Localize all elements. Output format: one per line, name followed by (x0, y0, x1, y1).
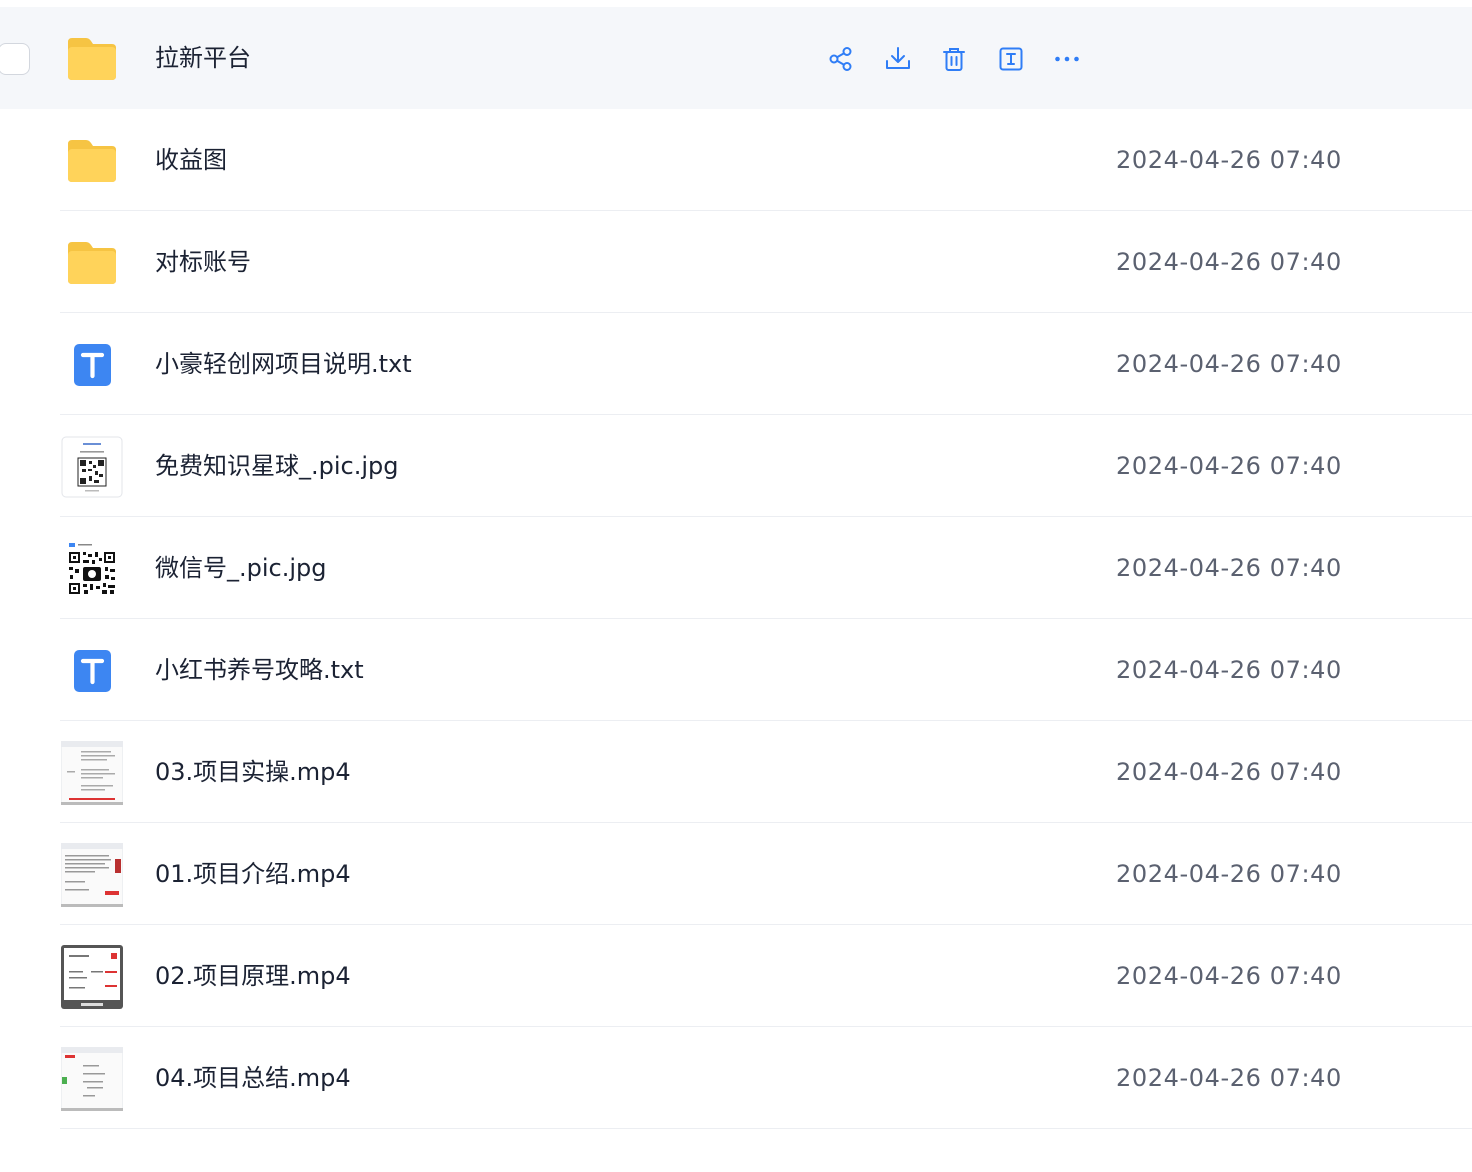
folder-icon (61, 32, 123, 86)
modified-date: 2024-04-26 07:40 (1116, 248, 1342, 276)
file-row[interactable]: 04.项目总结.mp4 2024-04-26 07:40 (0, 1027, 1472, 1129)
file-row[interactable]: 小红书养号攻略.txt 2024-04-26 07:40 (0, 619, 1472, 721)
folder-icon (61, 236, 123, 290)
file-name[interactable]: 对标账号 (155, 211, 251, 313)
file-list: 拉新平台 收益图 2024-04-26 07:40 对标账号 2024-04-2… (0, 7, 1472, 1129)
row-divider (60, 1128, 1472, 1129)
text-file-icon (61, 338, 123, 392)
file-row[interactable]: 01.项目介绍.mp4 2024-04-26 07:40 (0, 823, 1472, 925)
video-thumbnail (61, 945, 123, 1009)
file-row[interactable]: 03.项目实操.mp4 2024-04-26 07:40 (0, 721, 1472, 823)
video-thumbnail (61, 843, 123, 907)
image-thumbnail (61, 538, 123, 600)
modified-date: 2024-04-26 07:40 (1116, 1064, 1342, 1092)
modified-date: 2024-04-26 07:40 (1116, 860, 1342, 888)
modified-date: 2024-04-26 07:40 (1116, 962, 1342, 990)
modified-date: 2024-04-26 07:40 (1116, 452, 1342, 480)
download-icon[interactable] (881, 42, 915, 76)
file-name[interactable]: 微信号_.pic.jpg (155, 517, 327, 619)
file-name[interactable]: 01.项目介绍.mp4 (155, 823, 351, 925)
file-name[interactable]: 收益图 (155, 109, 227, 211)
file-row[interactable]: 收益图 2024-04-26 07:40 (0, 109, 1472, 211)
file-name[interactable]: 02.项目原理.mp4 (155, 925, 351, 1027)
file-name[interactable]: 小红书养号攻略.txt (155, 619, 364, 721)
file-row[interactable]: 微信号_.pic.jpg 2024-04-26 07:40 (0, 517, 1472, 619)
trash-icon[interactable] (937, 42, 971, 76)
more-icon[interactable] (1050, 42, 1084, 76)
file-name[interactable]: 04.项目总结.mp4 (155, 1027, 351, 1129)
modified-date: 2024-04-26 07:40 (1116, 656, 1342, 684)
share-icon[interactable] (824, 42, 858, 76)
file-row[interactable]: 对标账号 2024-04-26 07:40 (0, 211, 1472, 313)
file-name[interactable]: 小豪轻创网项目说明.txt (155, 313, 412, 415)
modified-date: 2024-04-26 07:40 (1116, 146, 1342, 174)
file-name[interactable]: 拉新平台 (155, 7, 251, 109)
text-file-icon (61, 644, 123, 698)
video-thumbnail (61, 1047, 123, 1111)
modified-date: 2024-04-26 07:40 (1116, 758, 1342, 786)
file-row[interactable]: 免费知识星球_.pic.jpg 2024-04-26 07:40 (0, 415, 1472, 517)
folder-icon (61, 134, 123, 188)
modified-date: 2024-04-26 07:40 (1116, 350, 1342, 378)
video-thumbnail (61, 741, 123, 805)
file-row[interactable]: 02.项目原理.mp4 2024-04-26 07:40 (0, 925, 1472, 1027)
file-name[interactable]: 03.项目实操.mp4 (155, 721, 351, 823)
row-checkbox[interactable] (0, 43, 30, 75)
rename-icon[interactable] (994, 42, 1028, 76)
modified-date: 2024-04-26 07:40 (1116, 554, 1342, 582)
file-row[interactable]: 小豪轻创网项目说明.txt 2024-04-26 07:40 (0, 313, 1472, 415)
file-row[interactable]: 拉新平台 (0, 7, 1472, 109)
file-name[interactable]: 免费知识星球_.pic.jpg (155, 415, 399, 517)
image-thumbnail (61, 436, 123, 498)
